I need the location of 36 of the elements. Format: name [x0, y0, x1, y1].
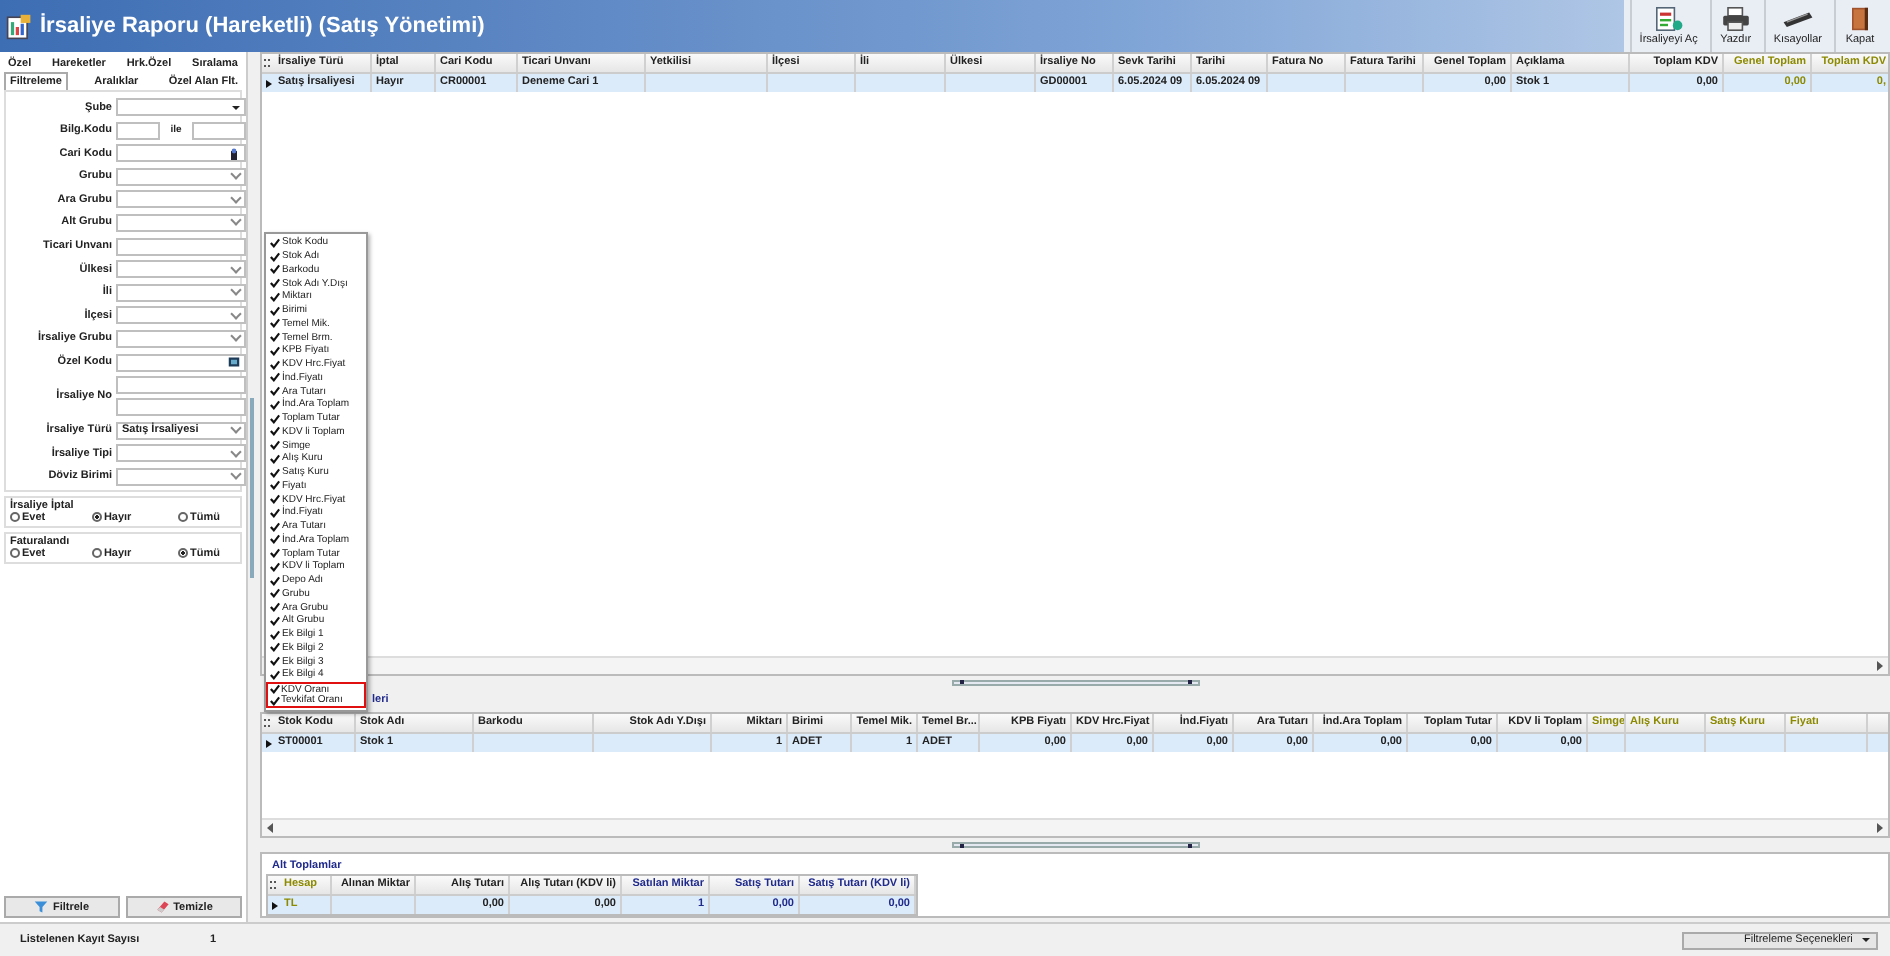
dropdown-field[interactable]	[116, 329, 246, 348]
dropdown-field[interactable]	[116, 467, 246, 486]
filter-icon	[34, 900, 49, 914]
dropdown-field[interactable]	[116, 444, 246, 463]
input-field[interactable]	[116, 121, 160, 140]
window-title: İrsaliye Raporu (Hareketli) (Satış Yönetimi)	[40, 14, 485, 38]
splitter-handle[interactable]	[951, 842, 1199, 849]
dropdown-field[interactable]	[116, 190, 246, 209]
splitter-handle[interactable]	[951, 679, 1199, 686]
horizontal-scrollbar[interactable]	[262, 818, 1888, 837]
picker-field[interactable]	[116, 353, 246, 372]
input-field[interactable]	[116, 398, 246, 417]
dropdown-field[interactable]	[116, 283, 246, 302]
right-arrow-icon[interactable]	[1876, 659, 1884, 672]
row-pointer-icon	[271, 901, 277, 910]
dropdown-field[interactable]	[116, 213, 246, 232]
person-icon[interactable]	[228, 147, 240, 160]
right-arrow-icon[interactable]	[1876, 822, 1884, 835]
input-field[interactable]	[116, 376, 246, 395]
picture-frame-icon[interactable]	[228, 356, 240, 369]
dropdown-field[interactable]	[116, 260, 246, 279]
dropdown-field[interactable]	[116, 167, 246, 186]
report-icon	[6, 13, 32, 39]
input-field[interactable]	[192, 121, 246, 140]
dropdown-field[interactable]	[116, 98, 246, 116]
input-field[interactable]	[116, 237, 246, 256]
row-pointer-icon	[265, 79, 271, 87]
printer-icon	[1719, 6, 1752, 32]
lookup-field[interactable]	[116, 144, 246, 163]
vertical-scrollbar[interactable]	[250, 397, 254, 577]
horizontal-scrollbar[interactable]	[262, 655, 1888, 674]
left-arrow-icon[interactable]	[266, 822, 274, 835]
document-icon	[1652, 6, 1685, 32]
row-pointer-icon	[265, 739, 271, 748]
dropdown-field[interactable]	[116, 306, 246, 325]
eraser-icon	[155, 900, 170, 914]
